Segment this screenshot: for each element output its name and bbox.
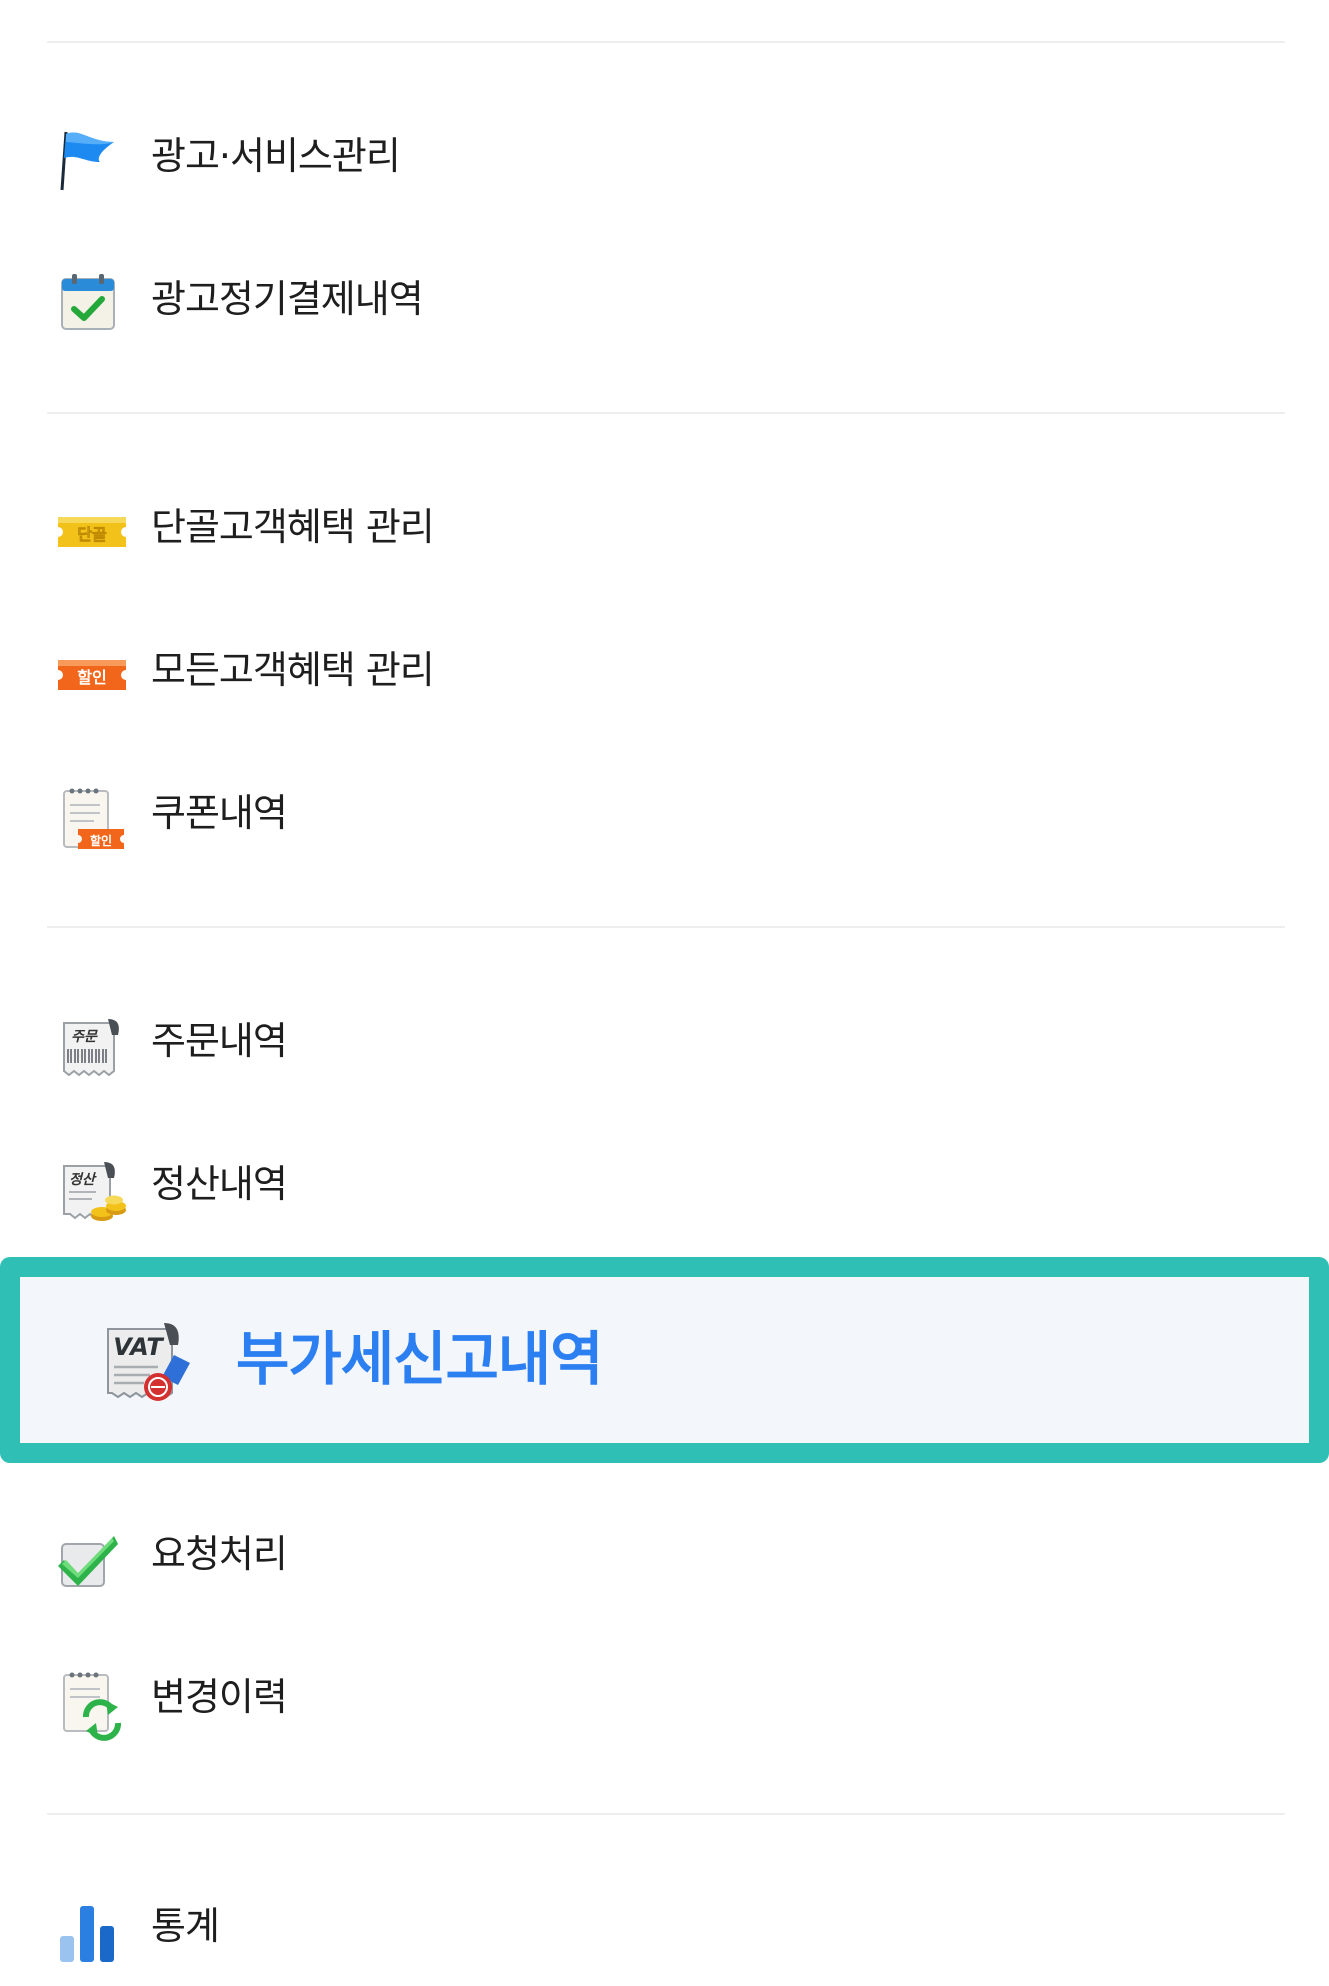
menu-item-label: 통계 [151, 1904, 220, 1948]
menu-item-all-customer-benefit[interactable]: 할인 모든고객혜택 관리 [0, 610, 1329, 730]
menu-item-label: 모든고객혜택 관리 [151, 648, 435, 692]
menu-item-label: 광고정기결제내역 [151, 277, 424, 321]
menu-item-label: 요청처리 [151, 1532, 288, 1576]
bar-chart-icon [56, 1898, 122, 1964]
settlement-coins-icon: 정산 [56, 1156, 126, 1222]
ticket-icon-text: 할인 [77, 668, 106, 687]
menu-item-label: 광고·서비스관리 [151, 134, 401, 178]
section-divider [47, 1813, 1285, 1815]
discount-ticket-icon: 할인 [56, 642, 126, 708]
regular-customer-ticket-icon: 단골 [56, 499, 126, 565]
menu-item-label: 정산내역 [151, 1162, 288, 1206]
menu-item-ad-service[interactable]: 광고·서비스관리 [0, 96, 1329, 216]
menu-item-label: 주문내역 [151, 1019, 288, 1063]
menu-item-vat-report-history-selected[interactable]: VAT 부가세신고내역 [0, 1257, 1329, 1463]
menu-item-label: 변경이력 [151, 1675, 288, 1719]
menu-item-ad-payment-history[interactable]: 광고정기결제내역 [0, 239, 1329, 359]
menu-item-label: 단골고객혜택 관리 [151, 505, 435, 549]
ticket-icon-text: 할인 [90, 833, 112, 848]
vat-stamp-icon: VAT [98, 1315, 198, 1409]
calendar-check-icon [56, 271, 122, 337]
section-divider [47, 926, 1285, 928]
section-divider [47, 41, 1285, 43]
menu-item-change-history[interactable]: 변경이력 [0, 1637, 1329, 1757]
coupon-notepad-icon: 할인 [56, 785, 124, 851]
menu-item-label: 쿠폰내역 [151, 791, 288, 835]
flag-icon [56, 128, 122, 194]
receipt-icon-text: 정산 [69, 1172, 97, 1188]
menu-item-coupon-history[interactable]: 할인 쿠폰내역 [0, 753, 1329, 873]
menu-item-regular-customer-benefit[interactable]: 단골 단골고객혜택 관리 [0, 467, 1329, 587]
checkmark-icon [56, 1526, 122, 1592]
menu-item-statistics[interactable]: 통계 [0, 1866, 1329, 1986]
menu-item-settlement-history[interactable]: 정산 정산내역 [0, 1124, 1329, 1244]
receipt-icon-text: 주문 [71, 1029, 98, 1045]
menu-item-label: 부가세신고내역 [236, 1325, 604, 1393]
section-divider [47, 412, 1285, 414]
menu-item-order-history[interactable]: 주문 주문내역 [0, 981, 1329, 1101]
vat-icon-text: VAT [113, 1333, 164, 1361]
ticket-icon-text: 단골 [77, 525, 107, 544]
order-receipt-icon: 주문 [56, 1013, 122, 1079]
menu-item-request-processing[interactable]: 요청처리 [0, 1494, 1329, 1614]
history-refresh-icon [56, 1669, 122, 1741]
